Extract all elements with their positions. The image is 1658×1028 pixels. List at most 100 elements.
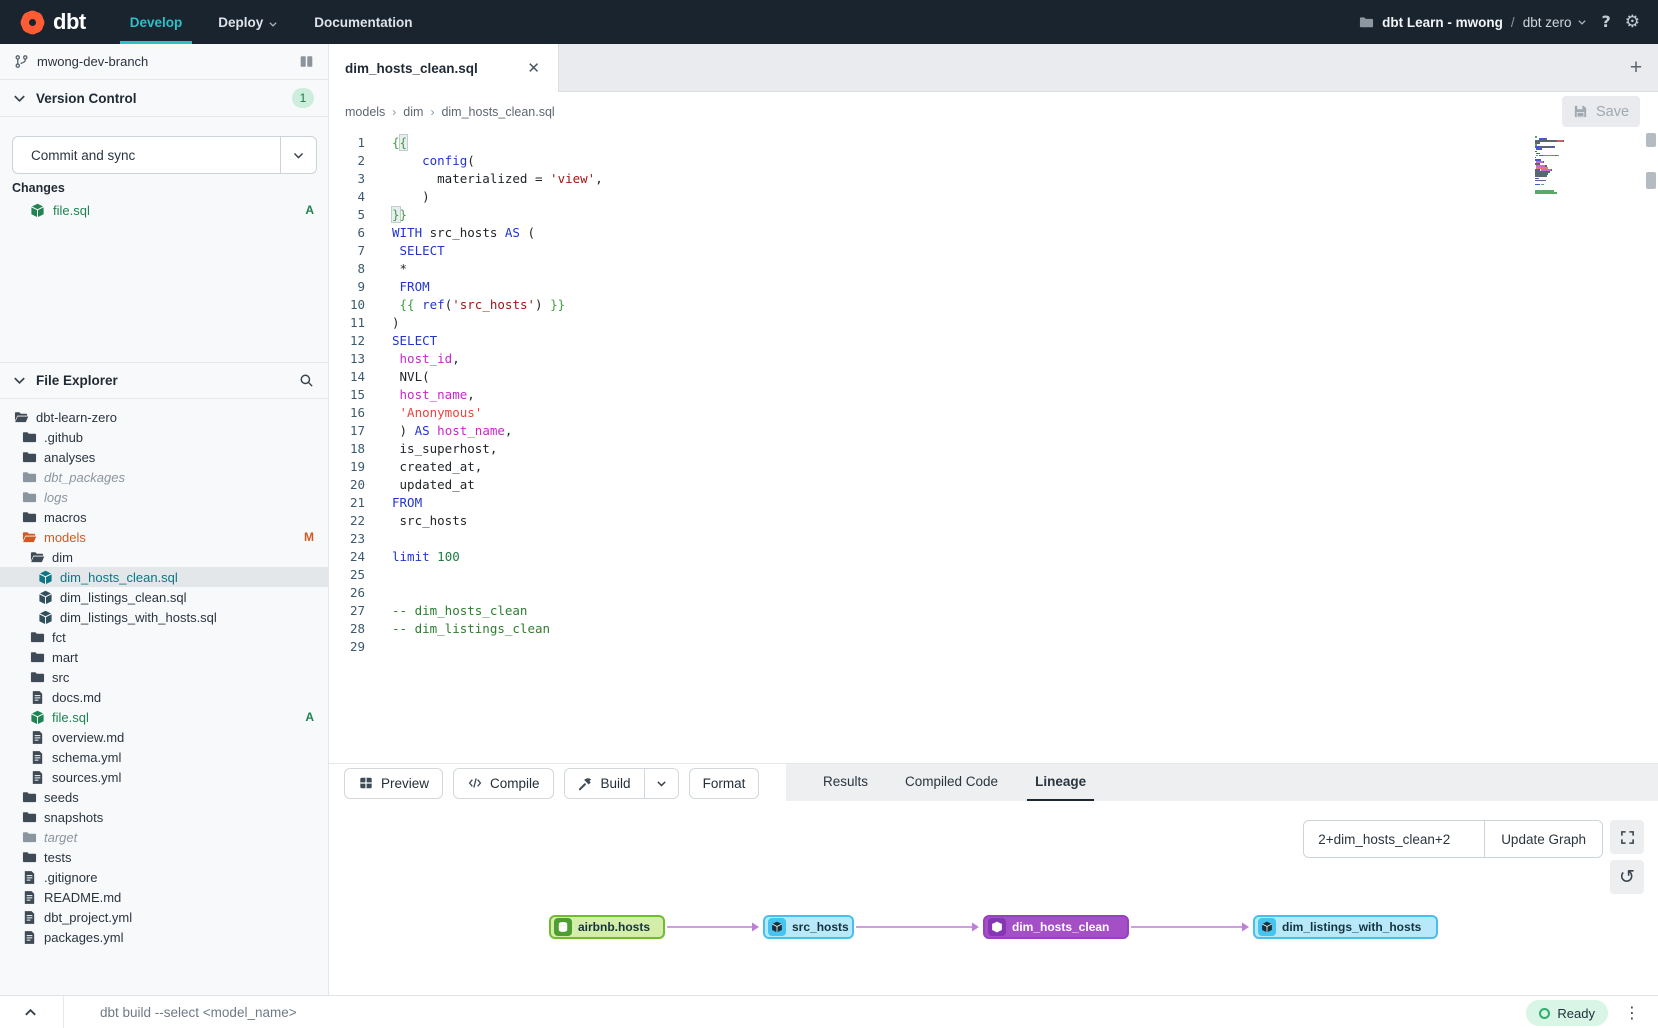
code-icon xyxy=(467,776,482,791)
branch-name[interactable]: mwong-dev-branch xyxy=(37,54,291,69)
tree-item-target[interactable]: target xyxy=(0,827,328,847)
tree-item-tests[interactable]: tests xyxy=(0,847,328,867)
project-switcher[interactable]: dbt Learn - mwong / dbt zero xyxy=(1359,15,1587,30)
commit-and-sync-button[interactable]: Commit and sync xyxy=(12,136,317,174)
lineage-node-airbnb-hosts[interactable]: airbnb.hosts xyxy=(549,915,665,939)
tree-item--github[interactable]: .github xyxy=(0,427,328,447)
changes-label: Changes xyxy=(12,181,65,195)
tree-item-fct[interactable]: fct xyxy=(0,627,328,647)
gear-icon[interactable]: ⚙ xyxy=(1625,14,1640,31)
folder-icon xyxy=(22,470,37,485)
file-explorer-header[interactable]: File Explorer xyxy=(0,362,328,399)
model-cube-icon xyxy=(1258,918,1276,936)
button-compile[interactable]: Compile xyxy=(453,768,554,799)
dbt-logo-text: dbt xyxy=(53,9,86,35)
nav-deploy[interactable]: Deploy xyxy=(200,0,296,44)
code-editor[interactable]: 1234567891011121314151617181920212223242… xyxy=(329,132,1658,763)
changes-count-badge: 1 xyxy=(292,88,314,108)
save-button[interactable]: Save xyxy=(1562,96,1640,127)
tree-item--gitignore[interactable]: .gitignore xyxy=(0,867,328,887)
panel-tabs: Results Compiled Code Lineage xyxy=(786,764,1658,802)
tree-item-docs-md[interactable]: docs.md xyxy=(0,687,328,707)
tab-dim-hosts-clean[interactable]: dim_hosts_clean.sql ✕ xyxy=(329,44,559,92)
tab-title: dim_hosts_clean.sql xyxy=(345,61,523,76)
changed-file-file.sql[interactable]: file.sqlA xyxy=(0,199,328,221)
tree-item-dim-listings-with-hosts-sql[interactable]: dim_listings_with_hosts.sql xyxy=(0,607,328,627)
search-icon[interactable] xyxy=(299,373,314,388)
tree-item-dbt-project-yml[interactable]: dbt_project.yml xyxy=(0,907,328,927)
tree-item-schema-yml[interactable]: schema.yml xyxy=(0,747,328,767)
environment-selector[interactable]: dbt zero xyxy=(1523,15,1588,30)
button-preview[interactable]: Preview xyxy=(344,768,443,799)
nav-documentation[interactable]: Documentation xyxy=(296,0,430,44)
button-build-split: Build xyxy=(564,768,679,799)
commit-options-dropdown[interactable] xyxy=(280,137,316,173)
command-bar: Ready ⋮ xyxy=(0,995,1658,1028)
tree-item-readme-md[interactable]: README.md xyxy=(0,887,328,907)
folder-open-icon xyxy=(30,550,45,565)
lineage-panel: Update Graph ↺ airbnb.hostssrc_hostsdim_… xyxy=(329,801,1658,995)
tab-compiled-code[interactable]: Compiled Code xyxy=(897,764,1006,802)
tree-item-overview-md[interactable]: overview.md xyxy=(0,727,328,747)
button-format[interactable]: Format xyxy=(689,768,760,799)
tree-item-dim[interactable]: dim xyxy=(0,547,328,567)
tree-item-seeds[interactable]: seeds xyxy=(0,787,328,807)
breadcrumb: models›dim›dim_hosts_clean.sql xyxy=(345,105,555,119)
tree-item-dbt-packages[interactable]: dbt_packages xyxy=(0,467,328,487)
lineage-edges xyxy=(329,801,1658,995)
tree-item-macros[interactable]: macros xyxy=(0,507,328,527)
tree-item-analyses[interactable]: analyses xyxy=(0,447,328,467)
scrollbar-marker[interactable] xyxy=(1646,133,1656,147)
top-nav: dbt DevelopDeployDocumentation dbt Learn… xyxy=(0,0,1658,44)
tree-item-snapshots[interactable]: snapshots xyxy=(0,807,328,827)
command-input[interactable] xyxy=(64,996,1484,1028)
chevron-down-icon xyxy=(292,149,305,162)
model-cube-icon xyxy=(38,610,53,625)
folder-icon xyxy=(22,510,37,525)
top-nav-right: dbt Learn - mwong / dbt zero ? ⚙ xyxy=(1359,14,1658,31)
lineage-node-dim-listings-with-hosts[interactable]: dim_listings_with_hosts xyxy=(1253,915,1438,939)
tab-lineage[interactable]: Lineage xyxy=(1027,764,1094,802)
lineage-node-dim-hosts-clean[interactable]: dim_hosts_clean xyxy=(983,915,1129,939)
tree-item-packages-yml[interactable]: packages.yml xyxy=(0,927,328,947)
scrollbar-marker[interactable] xyxy=(1646,172,1656,189)
new-tab-button[interactable]: + xyxy=(1622,54,1650,82)
tree-item-models[interactable]: modelsM xyxy=(0,527,328,547)
tree-item-file-sql[interactable]: file.sqlA xyxy=(0,707,328,727)
chevron-up-icon[interactable] xyxy=(10,1001,50,1024)
dbt-logo[interactable]: dbt xyxy=(0,9,112,35)
button-build[interactable]: Build xyxy=(565,769,644,798)
model-cube-icon xyxy=(38,570,53,585)
sidebar: mwong-dev-branch Version Control 1 Commi… xyxy=(0,44,329,995)
button-build-options[interactable] xyxy=(644,769,678,798)
git-status-badge: M xyxy=(304,530,314,544)
breadcrumb-models[interactable]: models xyxy=(345,105,385,119)
tree-item-src[interactable]: src xyxy=(0,667,328,687)
kebab-menu-icon[interactable]: ⋮ xyxy=(1620,1001,1644,1024)
tree-item-logs[interactable]: logs xyxy=(0,487,328,507)
help-icon[interactable]: ? xyxy=(1601,14,1610,30)
tab-results[interactable]: Results xyxy=(815,764,876,802)
minimap[interactable] xyxy=(1535,136,1567,196)
nav-develop[interactable]: Develop xyxy=(112,0,201,44)
file-icon xyxy=(22,930,37,945)
split-view-icon[interactable] xyxy=(299,54,314,69)
breadcrumb-dim[interactable]: dim xyxy=(403,105,423,119)
close-icon[interactable]: ✕ xyxy=(523,57,544,79)
hammer-icon xyxy=(578,776,593,791)
code-content[interactable]: {{ config( materialized = 'view', )}}WIT… xyxy=(392,134,603,656)
version-control-header[interactable]: Version Control 1 xyxy=(0,80,328,117)
folder-icon xyxy=(30,630,45,645)
panel-toolbar: Preview Compile Build Format Results Compile… xyxy=(329,763,1658,801)
project-separator: / xyxy=(1511,15,1515,30)
breadcrumb-dim-hosts-clean-sql[interactable]: dim_hosts_clean.sql xyxy=(441,105,554,119)
main-nav: DevelopDeployDocumentation xyxy=(112,0,431,44)
lineage-node-src-hosts[interactable]: src_hosts xyxy=(763,915,854,939)
tree-item-dim-hosts-clean-sql[interactable]: dim_hosts_clean.sql xyxy=(0,567,328,587)
folder-icon xyxy=(22,430,37,445)
tree-item-dim-listings-clean-sql[interactable]: dim_listings_clean.sql xyxy=(0,587,328,607)
tree-item-sources-yml[interactable]: sources.yml xyxy=(0,767,328,787)
tree-item-dbt-learn-zero[interactable]: dbt-learn-zero xyxy=(0,407,328,427)
tree-item-mart[interactable]: mart xyxy=(0,647,328,667)
folder-icon xyxy=(22,830,37,845)
